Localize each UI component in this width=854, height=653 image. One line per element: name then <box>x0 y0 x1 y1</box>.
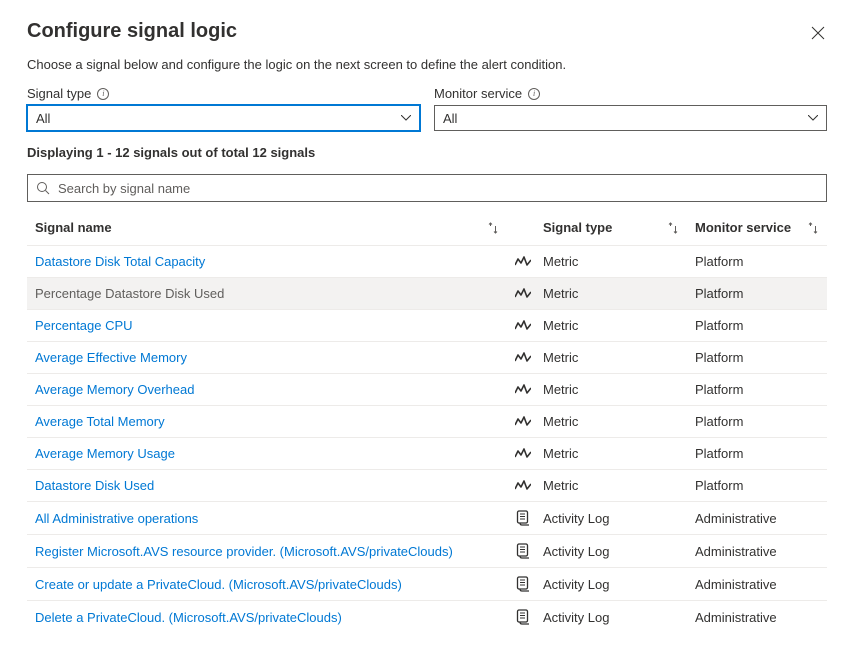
column-header-name-label: Signal name <box>35 220 112 235</box>
signals-table: Signal name Signal type Monitor service <box>27 210 827 633</box>
signal-name-link[interactable]: Percentage CPU <box>35 318 133 333</box>
table-row[interactable]: Average Memory Usage MetricPlatform <box>27 438 827 470</box>
panel-title: Configure signal logic <box>27 20 237 43</box>
close-icon <box>811 26 825 40</box>
metric-icon <box>515 256 535 268</box>
search-box[interactable] <box>27 174 827 202</box>
column-header-name[interactable]: Signal name <box>27 210 507 246</box>
column-header-monitor[interactable]: Monitor service <box>687 210 827 246</box>
monitor-service-cell: Administrative <box>687 535 827 568</box>
table-row[interactable]: All Administrative operations Activity Lo… <box>27 502 827 535</box>
signal-name-link[interactable]: Datastore Disk Total Capacity <box>35 254 205 269</box>
column-header-type-label: Signal type <box>543 220 612 235</box>
monitor-service-label: Monitor service <box>434 86 522 101</box>
monitor-service-cell: Platform <box>687 470 827 502</box>
table-row[interactable]: Datastore Disk Total Capacity MetricPlatf… <box>27 246 827 278</box>
signal-name-link[interactable]: Average Memory Overhead <box>35 382 194 397</box>
signal-type-cell: Metric <box>535 406 687 438</box>
activity-log-icon <box>515 510 535 526</box>
signal-name-link[interactable]: Percentage Datastore Disk Used <box>35 286 224 301</box>
column-header-type[interactable]: Signal type <box>535 210 687 246</box>
signal-type-cell: Activity Log <box>535 568 687 601</box>
activity-log-icon <box>515 609 535 625</box>
sort-icon <box>487 222 499 234</box>
search-input[interactable] <box>56 180 818 197</box>
info-icon[interactable]: i <box>528 88 540 100</box>
activity-log-icon <box>515 576 535 592</box>
signal-type-cell: Metric <box>535 470 687 502</box>
monitor-service-cell: Platform <box>687 246 827 278</box>
monitor-service-cell: Administrative <box>687 502 827 535</box>
signal-name-link[interactable]: All Administrative operations <box>35 511 198 526</box>
activity-log-icon <box>515 543 535 559</box>
table-row[interactable]: Delete a PrivateCloud. (Microsoft.AVS/pr… <box>27 601 827 634</box>
table-row[interactable]: Create or update a PrivateCloud. (Micros… <box>27 568 827 601</box>
signal-type-cell: Metric <box>535 438 687 470</box>
signal-name-link[interactable]: Average Total Memory <box>35 414 165 429</box>
signal-type-select[interactable]: All <box>27 105 420 131</box>
monitor-service-cell: Administrative <box>687 601 827 634</box>
table-row[interactable]: Average Memory Overhead MetricPlatform <box>27 374 827 406</box>
signal-name-link[interactable]: Delete a PrivateCloud. (Microsoft.AVS/pr… <box>35 610 342 625</box>
table-row[interactable]: Percentage Datastore Disk Used MetricPlat… <box>27 278 827 310</box>
sort-icon <box>807 222 819 234</box>
signal-type-cell: Activity Log <box>535 601 687 634</box>
table-row[interactable]: Percentage CPU MetricPlatform <box>27 310 827 342</box>
signal-name-link[interactable]: Average Effective Memory <box>35 350 187 365</box>
signal-type-cell: Metric <box>535 246 687 278</box>
table-row[interactable]: Average Effective Memory MetricPlatform <box>27 342 827 374</box>
panel-description: Choose a signal below and configure the … <box>27 57 827 72</box>
table-row[interactable]: Register Microsoft.AVS resource provider… <box>27 535 827 568</box>
displaying-count: Displaying 1 - 12 signals out of total 1… <box>27 145 827 160</box>
signal-type-cell: Metric <box>535 342 687 374</box>
chevron-down-icon <box>401 115 411 121</box>
signal-type-cell: Metric <box>535 278 687 310</box>
metric-icon <box>515 416 535 428</box>
monitor-service-cell: Platform <box>687 310 827 342</box>
metric-icon <box>515 320 535 332</box>
close-button[interactable] <box>809 24 827 46</box>
table-row[interactable]: Datastore Disk Used MetricPlatform <box>27 470 827 502</box>
metric-icon <box>515 448 535 460</box>
monitor-service-select[interactable]: All <box>434 105 827 131</box>
signal-type-cell: Metric <box>535 374 687 406</box>
search-icon <box>36 181 50 195</box>
monitor-service-cell: Platform <box>687 438 827 470</box>
monitor-service-cell: Platform <box>687 406 827 438</box>
metric-icon <box>515 352 535 364</box>
signal-name-link[interactable]: Create or update a PrivateCloud. (Micros… <box>35 577 402 592</box>
column-header-monitor-label: Monitor service <box>695 220 791 235</box>
signal-type-value: All <box>36 111 50 126</box>
table-row[interactable]: Average Total Memory MetricPlatform <box>27 406 827 438</box>
chevron-down-icon <box>808 115 818 121</box>
monitor-service-cell: Platform <box>687 278 827 310</box>
signal-type-cell: Activity Log <box>535 502 687 535</box>
monitor-service-cell: Platform <box>687 342 827 374</box>
metric-icon <box>515 288 535 300</box>
signal-type-label: Signal type <box>27 86 91 101</box>
monitor-service-cell: Administrative <box>687 568 827 601</box>
signal-name-link[interactable]: Datastore Disk Used <box>35 478 154 493</box>
metric-icon <box>515 480 535 492</box>
signal-type-cell: Metric <box>535 310 687 342</box>
signal-name-link[interactable]: Average Memory Usage <box>35 446 175 461</box>
info-icon[interactable]: i <box>97 88 109 100</box>
monitor-service-cell: Platform <box>687 374 827 406</box>
signal-type-cell: Activity Log <box>535 535 687 568</box>
signal-name-link[interactable]: Register Microsoft.AVS resource provider… <box>35 544 453 559</box>
monitor-service-value: All <box>443 111 457 126</box>
metric-icon <box>515 384 535 396</box>
sort-icon <box>667 222 679 234</box>
